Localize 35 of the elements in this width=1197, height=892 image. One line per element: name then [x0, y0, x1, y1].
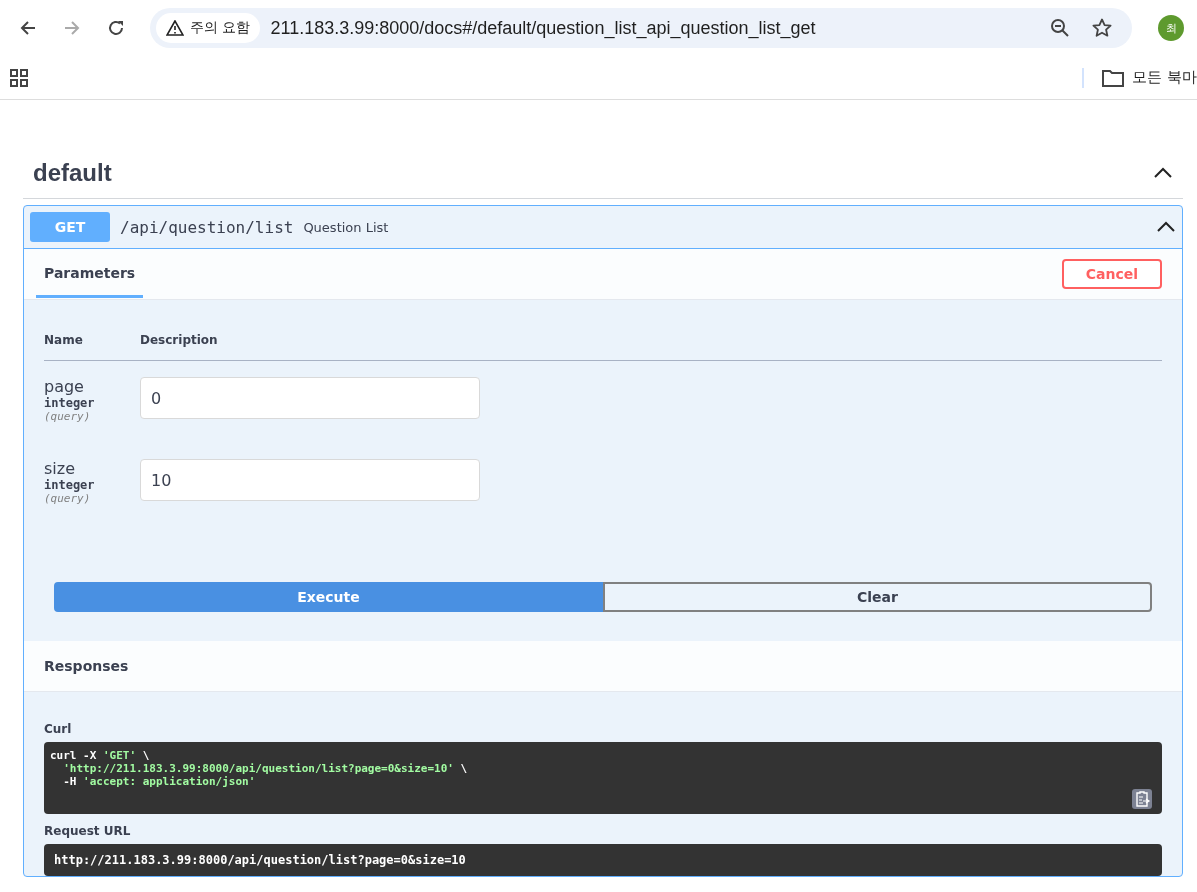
clipboard-icon[interactable] — [1132, 789, 1152, 809]
endpoint-summary: Question List — [303, 219, 390, 235]
section-title: default — [33, 159, 112, 187]
warning-icon — [166, 20, 184, 36]
parameter-name: page — [44, 377, 85, 396]
responses-heading: Responses — [44, 658, 129, 674]
url-text: 211.183.3.99:8000/docs#/default/question_list_api_question_list_get — [270, 17, 817, 39]
apps-icon[interactable] — [10, 68, 28, 87]
clear-button[interactable]: Clear — [603, 582, 1152, 612]
star-icon[interactable] — [1092, 18, 1112, 38]
bookmarks-folder[interactable]: 모든 북마 — [1102, 68, 1197, 87]
parameter-type: integer — [44, 478, 96, 492]
endpoint-path: /api/question/list — [120, 217, 294, 237]
parameter-type: integer — [44, 396, 96, 410]
input-field[interactable]: 10 — [140, 459, 480, 501]
code-line: 'http://211.183.3.99:8000/api/question/list?page=0&size=10' \ — [62, 762, 469, 775]
zoom-out-icon[interactable] — [1050, 18, 1070, 38]
request-url: http://211.183.3.99:8000/api/question/list?page=0&size=10 — [44, 844, 1162, 876]
address-bar[interactable]: 주의 요함 211.183.3.99:8000/docs#/default/question_list_api_question_list_get — [150, 8, 1132, 48]
collapse-icon[interactable] — [1153, 167, 1173, 179]
parameters-tab[interactable]: Parameters — [36, 250, 144, 298]
column-header: Description — [140, 333, 218, 347]
method-badge: GET — [30, 212, 110, 242]
folder-icon — [1102, 68, 1125, 87]
input-field[interactable]: 0 — [140, 377, 480, 419]
code-line: curl -X 'GET' \ — [50, 749, 151, 762]
column-header: Name — [44, 333, 84, 347]
request-url-label: Request URL — [44, 824, 132, 838]
parameter-location: (query) — [44, 410, 92, 423]
collapse-icon[interactable] — [1156, 221, 1176, 233]
parameter-location: (query) — [44, 492, 92, 505]
code-line: -H 'accept: application/json' — [62, 775, 257, 788]
parameter-name: size — [44, 459, 77, 478]
security-chip[interactable]: 주의 요함 — [156, 13, 261, 43]
curl-label: Curl — [44, 722, 73, 736]
